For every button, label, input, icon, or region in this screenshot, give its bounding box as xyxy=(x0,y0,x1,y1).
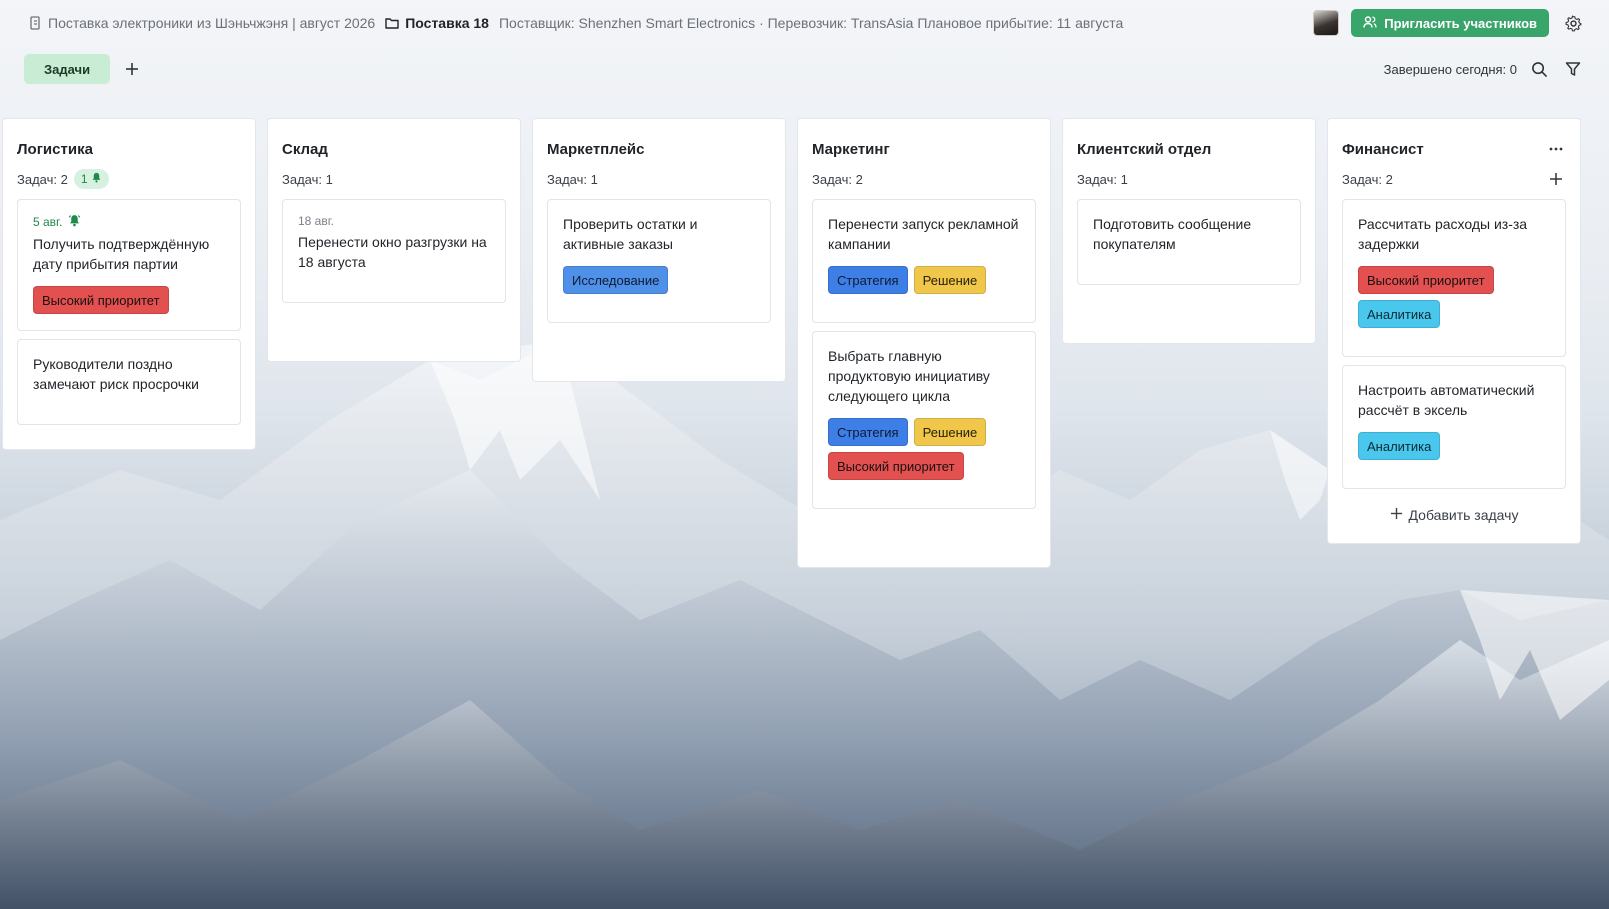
task-card[interactable]: 18 авг. Перенести окно разгрузки на 18 а… xyxy=(282,199,506,303)
task-card[interactable]: Руководители поздно замечают риск просро… xyxy=(17,339,241,425)
avatar[interactable] xyxy=(1313,10,1340,36)
column-marketing: Маркетинг Задач: 2 Перенести запуск рекл… xyxy=(797,118,1051,568)
column-finance: Финансист Задач: 2 Рассчитать расходы из… xyxy=(1327,118,1581,544)
card-list: 18 авг. Перенести окно разгрузки на 18 а… xyxy=(282,199,506,303)
column-title: Логистика xyxy=(17,140,93,158)
viewbar-actions: Завершено сегодня: 0 xyxy=(1384,57,1585,81)
tag-list: Стратегия Решение Высокий приоритет xyxy=(828,418,1020,480)
tag-decision[interactable]: Решение xyxy=(913,266,987,294)
column-add-plus-icon[interactable] xyxy=(1546,169,1566,189)
task-date-label: 5 авг. xyxy=(33,215,63,229)
reminder-badge[interactable]: 1 xyxy=(73,169,109,189)
add-view-plus-icon[interactable] xyxy=(120,57,144,81)
completed-today: Завершено сегодня: 0 xyxy=(1383,61,1517,77)
task-title: Получить подтверждённую дату прибытия па… xyxy=(33,236,210,272)
card-list: Проверить остатки и активные заказы Иссл… xyxy=(547,199,771,323)
task-title: Перенести запуск рекламной кампании xyxy=(828,216,1019,252)
column-marketplace: Маркетплейс Задач: 1 Проверить остатки и… xyxy=(532,118,786,382)
task-title: Руководители поздно замечают риск просро… xyxy=(33,356,200,392)
column-count: Задач: 1 xyxy=(1077,171,1128,187)
tag-list: Высокий приоритет Аналитика xyxy=(1358,266,1550,328)
card-list: Рассчитать расходы из-за задержки Высоки… xyxy=(1342,199,1566,489)
column-count: Задач: 2 1 xyxy=(17,169,109,189)
reminder-count: 1 xyxy=(80,172,88,186)
folder-label: Поставка 18 xyxy=(405,15,489,31)
column-count: Задач: 1 xyxy=(282,171,333,187)
column-count: Задач: 1 xyxy=(547,171,598,187)
tag-decision[interactable]: Решение xyxy=(913,418,987,446)
topbar-actions: Пригласить участников xyxy=(1313,9,1585,37)
column-count: Задач: 2 xyxy=(812,171,863,187)
task-card[interactable]: Выбрать главную продуктовую инициативу с… xyxy=(812,331,1036,509)
view-bar: Задачи Завершено сегодня: 0 xyxy=(0,50,1609,88)
column-title: Маркетинг xyxy=(812,140,890,158)
task-card[interactable]: Подготовить сообщение покупателям xyxy=(1077,199,1301,285)
add-task-button[interactable]: Добавить задачу xyxy=(1342,507,1566,523)
more-icon[interactable] xyxy=(1546,139,1566,159)
folder-icon xyxy=(385,16,399,30)
tag-analytics[interactable]: Аналитика xyxy=(1358,300,1441,328)
invite-members-label: Пригласить участников xyxy=(1384,15,1537,31)
task-card[interactable]: Настроить автоматический рассчёт в эксел… xyxy=(1342,365,1566,489)
filter-icon[interactable] xyxy=(1561,57,1585,81)
column-title: Финансист xyxy=(1342,140,1424,158)
top-bar: Поставка электроники из Шэньчжэня | авгу… xyxy=(0,0,1609,46)
tag-list: Аналитика xyxy=(1358,432,1550,460)
add-task-label: Добавить задачу xyxy=(1408,507,1519,523)
users-icon xyxy=(1363,15,1377,32)
invite-members-button[interactable]: Пригласить участников xyxy=(1351,9,1549,37)
task-title: Подготовить сообщение покупателям xyxy=(1093,216,1252,252)
column-count: Задач: 2 xyxy=(1342,171,1393,187)
column-count-label: Задач: 2 xyxy=(17,171,68,187)
tag-analytics[interactable]: Аналитика xyxy=(1358,432,1441,460)
tag-strategy[interactable]: Стратегия xyxy=(828,266,908,294)
column-title: Клиентский отдел xyxy=(1077,140,1212,158)
task-title: Рассчитать расходы из-за задержки xyxy=(1358,216,1528,252)
column-customer-service: Клиентский отдел Задач: 1 Подготовить со… xyxy=(1062,118,1316,344)
project-icon xyxy=(28,16,42,30)
gear-icon[interactable] xyxy=(1561,11,1585,35)
column-warehouse: Склад Задач: 1 18 авг. Перенести окно ра… xyxy=(267,118,521,362)
project-description: Поставщик: Shenzhen Smart Electronics · … xyxy=(498,15,1124,31)
task-title: Настроить автоматический рассчёт в эксел… xyxy=(1358,382,1535,418)
tag-high-priority[interactable]: Высокий приоритет xyxy=(1358,266,1494,294)
project-breadcrumb[interactable]: Поставка электроники из Шэньчжэня | авгу… xyxy=(48,15,375,31)
kanban-board: Логистика Задач: 2 1 5 авг. Получить под… xyxy=(2,118,1581,568)
tag-research[interactable]: Исследование xyxy=(563,266,669,294)
task-card[interactable]: Рассчитать расходы из-за задержки Высоки… xyxy=(1342,199,1566,357)
tag-list: Высокий приоритет xyxy=(33,286,225,314)
bell-icon xyxy=(91,172,102,186)
task-card[interactable]: 5 авг. Получить подтверждённую дату приб… xyxy=(17,199,241,331)
column-title: Склад xyxy=(282,140,328,158)
task-title: Проверить остатки и активные заказы xyxy=(563,216,698,252)
task-card[interactable]: Проверить остатки и активные заказы Иссл… xyxy=(547,199,771,323)
card-list: Перенести запуск рекламной кампании Стра… xyxy=(812,199,1036,509)
task-due-date: 5 авг. xyxy=(33,214,225,230)
tag-list: Стратегия Решение xyxy=(828,266,1020,294)
bell-icon xyxy=(68,214,81,230)
task-due-date: 18 авг. xyxy=(298,214,334,228)
tag-high-priority[interactable]: Высокий приоритет xyxy=(33,286,169,314)
column-logistics: Логистика Задач: 2 1 5 авг. Получить под… xyxy=(2,118,256,450)
task-title: Перенести окно разгрузки на 18 августа xyxy=(298,234,487,270)
folder-breadcrumb[interactable]: Поставка 18 xyxy=(385,15,489,31)
card-list: 5 авг. Получить подтверждённую дату приб… xyxy=(17,199,241,425)
tab-tasks[interactable]: Задачи xyxy=(24,54,111,84)
task-title: Выбрать главную продуктовую инициативу с… xyxy=(828,348,990,404)
tag-strategy[interactable]: Стратегия xyxy=(828,418,908,446)
tag-list: Исследование xyxy=(563,266,755,294)
column-title: Маркетплейс xyxy=(547,140,645,158)
tag-high-priority[interactable]: Высокий приоритет xyxy=(828,452,964,480)
task-card[interactable]: Перенести запуск рекламной кампании Стра… xyxy=(812,199,1036,323)
card-list: Подготовить сообщение покупателям xyxy=(1077,199,1301,285)
plus-icon xyxy=(1390,507,1403,523)
search-icon[interactable] xyxy=(1527,57,1551,81)
